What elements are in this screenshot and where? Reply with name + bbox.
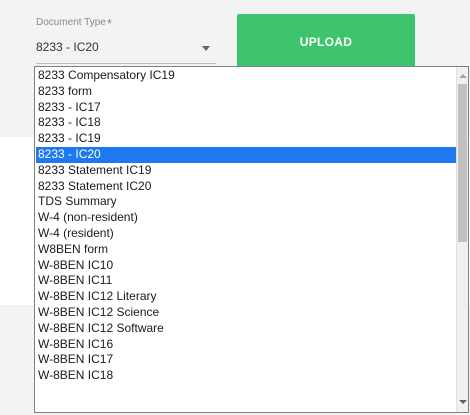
scroll-thumb[interactable] (458, 84, 467, 242)
dropdown-option[interactable]: 8233 Statement IC20 (36, 179, 456, 195)
dropdown-option[interactable]: W-8BEN IC12 Literary (36, 289, 456, 305)
scroll-down-arrow-icon[interactable] (459, 400, 467, 404)
required-asterisk: * (106, 16, 112, 31)
dropdown-option[interactable]: 8233 form (36, 84, 456, 100)
dropdown-option[interactable]: 8233 - IC17 (36, 100, 456, 116)
select-underline (36, 63, 216, 64)
document-type-label-text: Document Type (36, 17, 106, 28)
upload-button[interactable]: UPLOAD (237, 14, 415, 69)
dropdown-option[interactable]: 8233 Compensatory IC19 (36, 68, 456, 84)
dropdown-option[interactable]: 8233 Statement IC19 (36, 163, 456, 179)
option-list: 8233 Compensatory IC19 8233 form 8233 - IC… (36, 68, 456, 384)
dropdown-option[interactable]: W-8BEN IC16 (36, 337, 456, 353)
dropdown-scrollbar[interactable] (456, 67, 468, 412)
document-type-selected-value: 8233 - IC20 (36, 40, 99, 54)
dropdown-option[interactable]: W-4 (non-resident) (36, 210, 456, 226)
dropdown-option[interactable]: W-4 (resident) (36, 226, 456, 242)
dropdown-option[interactable]: W-8BEN IC12 Science (36, 305, 456, 321)
dropdown-option[interactable]: 8233 - IC20 (36, 146, 456, 163)
dropdown-option[interactable]: W-8BEN IC12 Software (36, 321, 456, 337)
dropdown-option[interactable]: 8233 - IC18 (36, 115, 456, 131)
dropdown-option[interactable]: W8BEN form (36, 242, 456, 258)
caret-down-icon[interactable] (202, 46, 210, 51)
dropdown-option[interactable]: W-8BEN IC11 (36, 273, 456, 289)
dropdown-option[interactable]: 8233 - IC19 (36, 131, 456, 147)
dropdown-option[interactable]: W-8BEN IC10 (36, 258, 456, 274)
document-type-label: Document Type* (36, 16, 112, 31)
dropdown-option[interactable]: W-8BEN IC17 (36, 352, 456, 368)
dropdown-option[interactable]: W-8BEN IC18 (36, 368, 456, 384)
dropdown-option[interactable]: TDS Summary (36, 194, 456, 210)
document-type-dropdown-list[interactable]: 8233 Compensatory IC19 8233 form 8233 - IC… (34, 66, 469, 413)
scroll-up-arrow-icon[interactable] (459, 74, 467, 78)
document-type-select[interactable]: 8233 - IC20 (36, 32, 216, 64)
